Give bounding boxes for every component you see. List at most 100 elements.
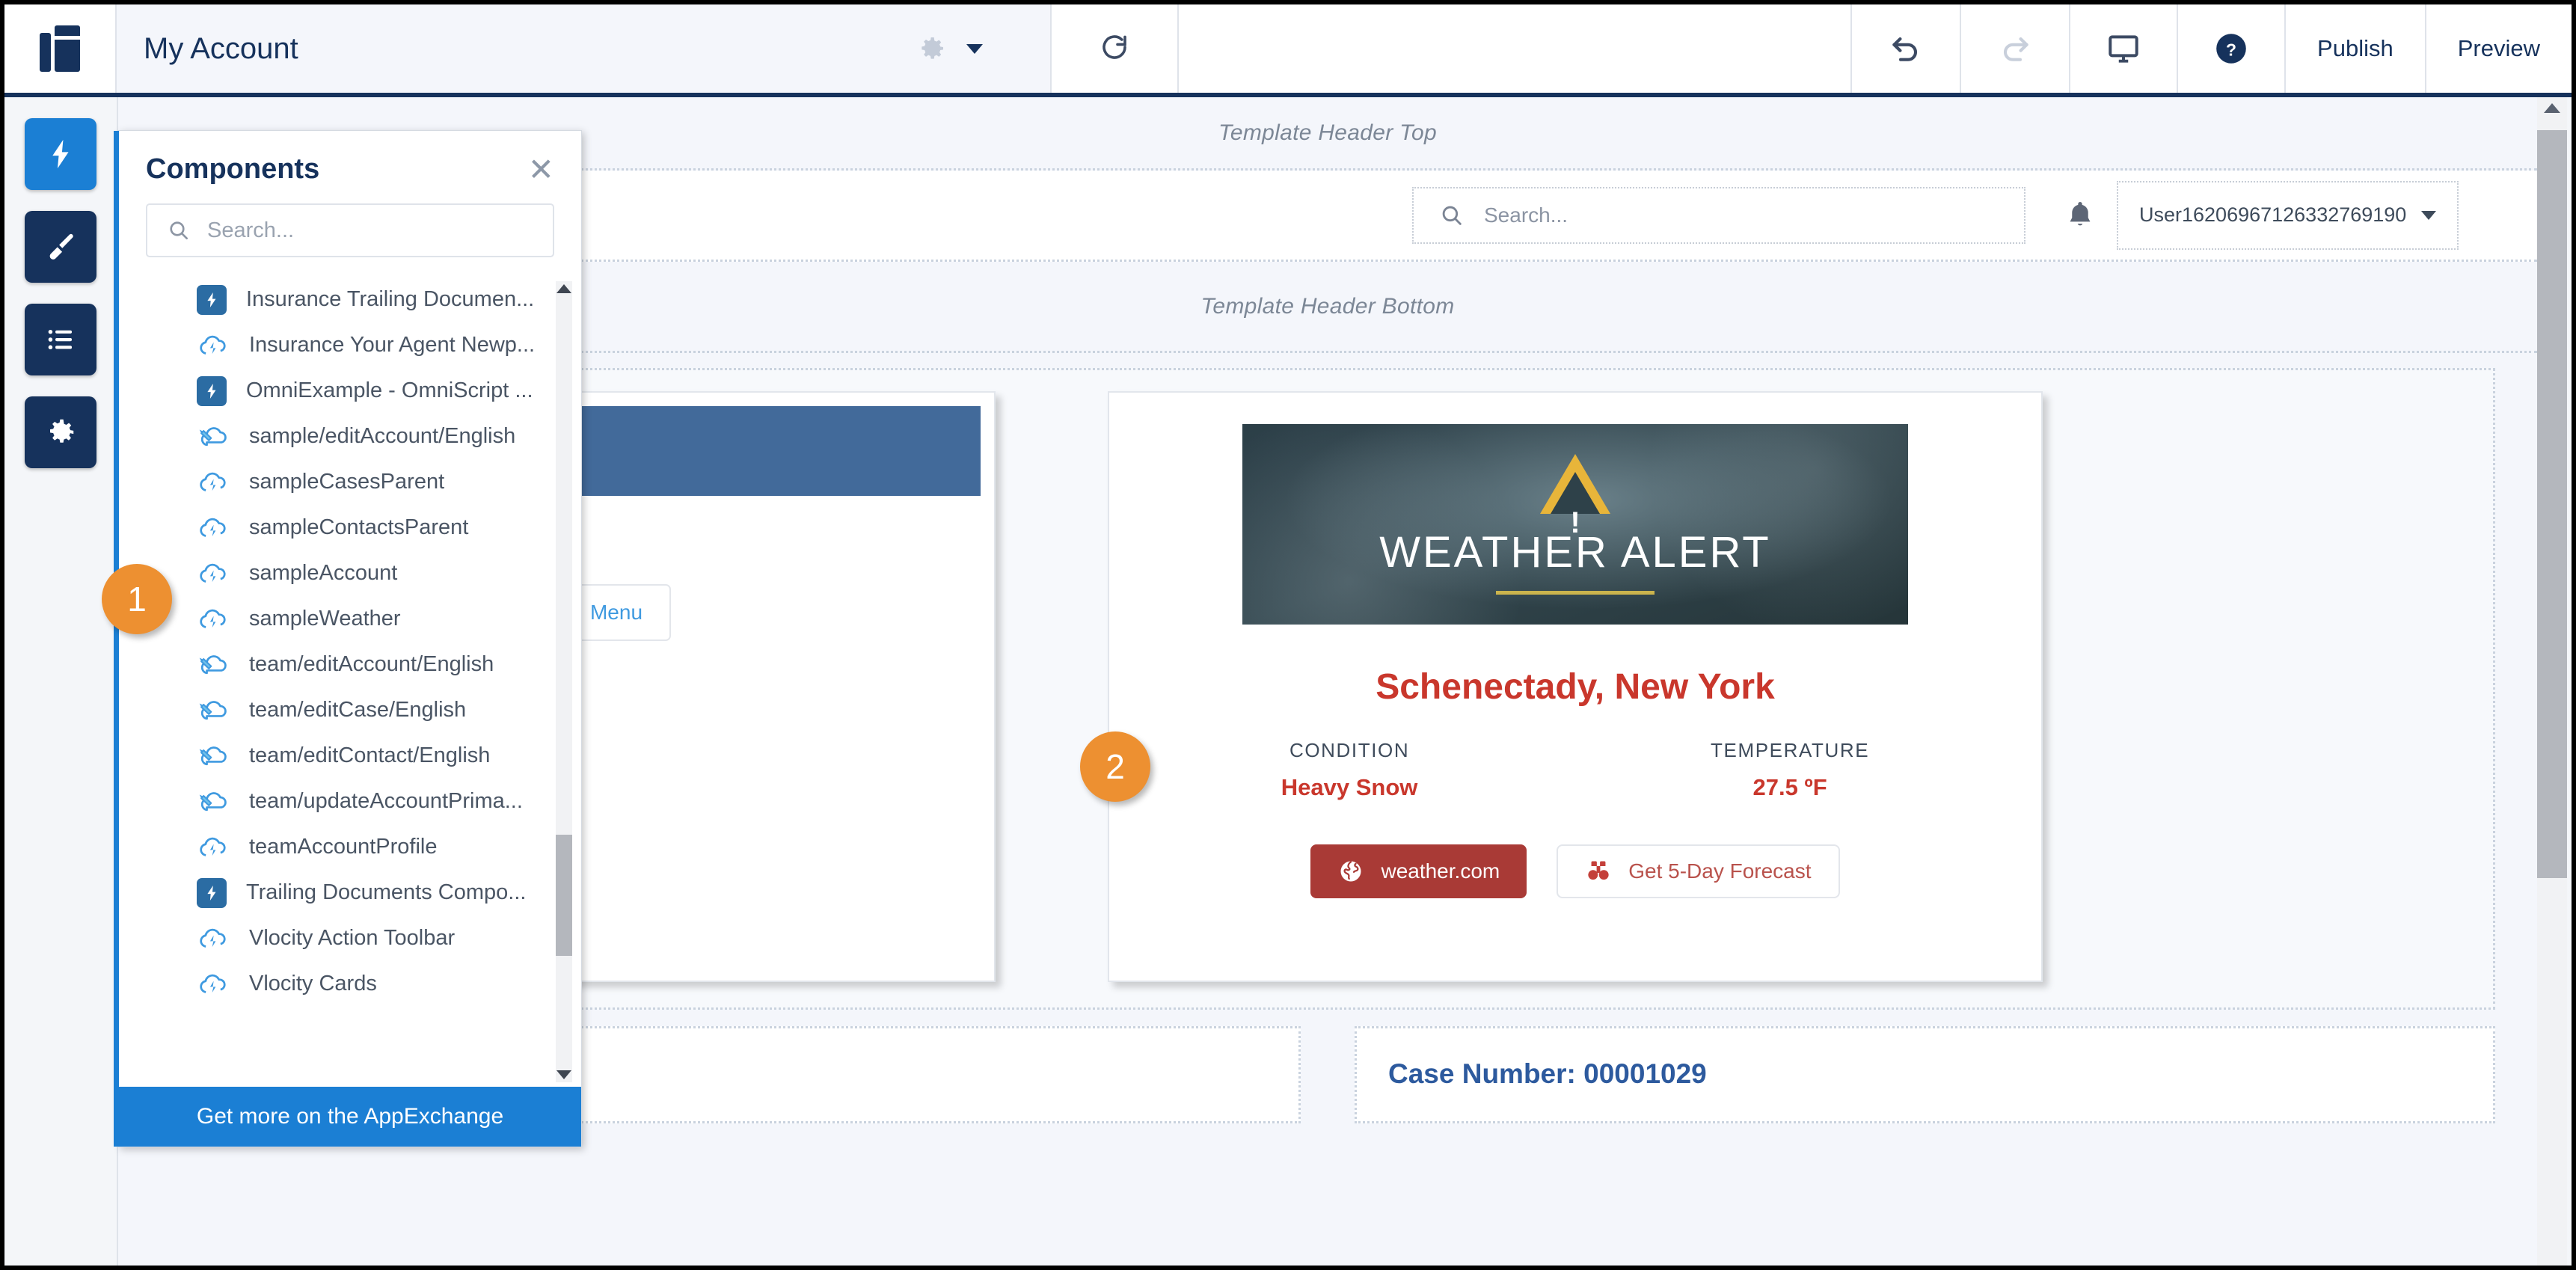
component-list-item[interactable]: sampleWeather — [119, 596, 581, 642]
component-list-item[interactable]: Vlocity Action Toolbar — [119, 915, 581, 961]
callout-number: 2 — [1105, 747, 1125, 786]
binoculars-icon — [1585, 858, 1612, 885]
app-logo[interactable] — [4, 4, 117, 93]
refresh-button[interactable] — [1052, 4, 1179, 93]
refresh-icon — [1097, 31, 1132, 67]
component-list-item-label: Insurance Trailing Documen... — [246, 287, 535, 311]
weather-stat-temperature: TEMPERATURE 27.5 ºF — [1711, 739, 1869, 801]
component-list-item[interactable]: team/editCase/English — [119, 687, 581, 733]
component-list-item[interactable]: team/updateAccountPrima... — [119, 779, 581, 824]
search-icon — [1439, 203, 1465, 228]
desktop-preview-button[interactable] — [2069, 4, 2177, 93]
gear-icon[interactable] — [917, 34, 947, 64]
region-label-header-bottom: Template Header Bottom — [1200, 293, 1455, 319]
chevron-down-icon[interactable] — [966, 43, 983, 54]
component-list-item[interactable]: team/editContact/English — [119, 733, 581, 779]
component-list-item-label: teamAccountProfile — [249, 835, 438, 859]
region-label-header-top: Template Header Top — [1218, 120, 1437, 145]
component-list-item[interactable]: Vlocity Cards — [119, 961, 581, 1007]
paintbrush-icon — [43, 230, 78, 264]
component-list-item-label: team/editContact/English — [249, 743, 491, 767]
get-forecast-button[interactable]: Get 5-Day Forecast — [1557, 844, 1840, 898]
chevron-down-icon[interactable] — [556, 1070, 571, 1079]
component-list-item-label: OmniExample - OmniScript ... — [246, 378, 533, 402]
weather-stat-condition: CONDITION Heavy Snow — [1281, 739, 1418, 801]
left-rail — [4, 97, 118, 1266]
cloud-lightning-icon — [197, 467, 230, 497]
cloud-lightning-icon — [197, 513, 230, 543]
warning-triangle-icon — [1540, 454, 1610, 514]
get-forecast-label: Get 5-Day Forecast — [1628, 859, 1812, 883]
help-button[interactable]: ? — [2177, 4, 2284, 93]
rail-item-settings[interactable] — [25, 396, 96, 468]
weather-stat-value: 27.5 ºF — [1752, 774, 1827, 800]
component-list-item-label: sample/editAccount/English — [249, 424, 516, 448]
appexchange-label: Get more on the AppExchange — [196, 1104, 504, 1129]
chevron-up-icon[interactable] — [2544, 103, 2560, 113]
case-card[interactable]: Case Number: 00001029 — [1355, 1026, 2495, 1123]
components-list-scrollbar[interactable] — [556, 281, 572, 1082]
warning-exclamation: ! — [1570, 506, 1580, 539]
component-list-item[interactable]: Insurance Your Agent Newp... — [119, 322, 581, 368]
component-list-item[interactable]: sampleContactsParent — [119, 505, 581, 550]
components-panel-header: Components ✕ — [119, 131, 581, 196]
close-icon[interactable]: ✕ — [528, 153, 554, 185]
rail-item-components[interactable] — [25, 118, 96, 190]
components-search-input[interactable]: Search... — [146, 203, 554, 257]
cloud-pencil-icon — [197, 422, 230, 452]
preview-button[interactable]: Preview — [2424, 4, 2572, 93]
appexchange-button[interactable]: Get more on the AppExchange — [119, 1087, 581, 1147]
list-icon — [44, 323, 77, 356]
component-list-item-label: Vlocity Action Toolbar — [249, 926, 456, 950]
cloud-lightning-icon — [197, 331, 230, 361]
publish-button[interactable]: Publish — [2284, 4, 2425, 93]
search-icon — [167, 218, 191, 242]
component-list-item[interactable]: teamAccountProfile — [119, 824, 581, 870]
undo-button[interactable] — [1850, 4, 1960, 93]
redo-button[interactable] — [1960, 4, 2069, 93]
weather-hero-banner: ! WEATHER ALERT — [1242, 424, 1908, 625]
canvas-scrollbar[interactable] — [2537, 97, 2567, 1266]
cloud-pencil-icon — [197, 787, 230, 817]
component-list-item[interactable]: Insurance Trailing Documen... — [119, 277, 581, 322]
scrollbar-thumb[interactable] — [556, 835, 572, 956]
header-search-input[interactable]: Search... — [1412, 186, 2025, 244]
component-list-item[interactable]: team/editAccount/English — [119, 642, 581, 687]
chevron-up-icon[interactable] — [556, 284, 571, 293]
hero-divider — [1496, 591, 1655, 595]
lightning-square-icon — [197, 877, 227, 908]
callout-badge-2: 2 — [1080, 731, 1150, 802]
rail-item-page-structure[interactable] — [25, 304, 96, 375]
component-list-item-label: team/updateAccountPrima... — [249, 789, 523, 813]
page-title-area: My Account — [117, 4, 1052, 93]
undo-icon — [1886, 29, 1925, 68]
lightning-square-icon — [197, 375, 227, 406]
scrollbar-thumb[interactable] — [2537, 130, 2567, 878]
component-list-item[interactable]: OmniExample - OmniScript ... — [119, 368, 581, 414]
cloud-lightning-icon — [197, 559, 230, 589]
weather-card[interactable]: ! WEATHER ALERT Schenectady, New York CO… — [1108, 391, 2043, 982]
desktop-preview-icon — [2105, 30, 2142, 67]
page-title: My Account — [144, 31, 298, 65]
page-settings-group[interactable] — [917, 34, 983, 64]
globe-icon — [1337, 858, 1364, 885]
gear-icon — [43, 415, 78, 450]
components-list[interactable]: Insurance Trailing Documen... Insurance Y… — [119, 277, 581, 1087]
component-list-item-label: team/editCase/English — [249, 698, 467, 722]
weather-actions: weather.com Get 5-Day Forecast — [1310, 844, 1840, 898]
components-panel-title: Components — [146, 153, 320, 185]
rail-item-theme[interactable] — [25, 211, 96, 283]
cloud-lightning-icon — [197, 832, 230, 862]
component-list-item[interactable]: sample/editAccount/English — [119, 414, 581, 459]
help-icon: ? — [2212, 30, 2250, 67]
component-list-item[interactable]: sampleAccount — [119, 550, 581, 596]
component-list-item[interactable]: Trailing Documents Compo... — [119, 870, 581, 915]
cloud-lightning-icon — [197, 924, 230, 954]
lightning-bolt-icon — [43, 137, 78, 171]
svg-text:?: ? — [2226, 40, 2236, 60]
bell-icon[interactable] — [2063, 198, 2097, 233]
user-menu[interactable]: User16206967126332769190 — [2117, 180, 2459, 250]
component-list-item[interactable]: sampleCasesParent — [119, 459, 581, 505]
weather-com-button[interactable]: weather.com — [1310, 844, 1527, 898]
weather-com-label: weather.com — [1381, 859, 1500, 883]
